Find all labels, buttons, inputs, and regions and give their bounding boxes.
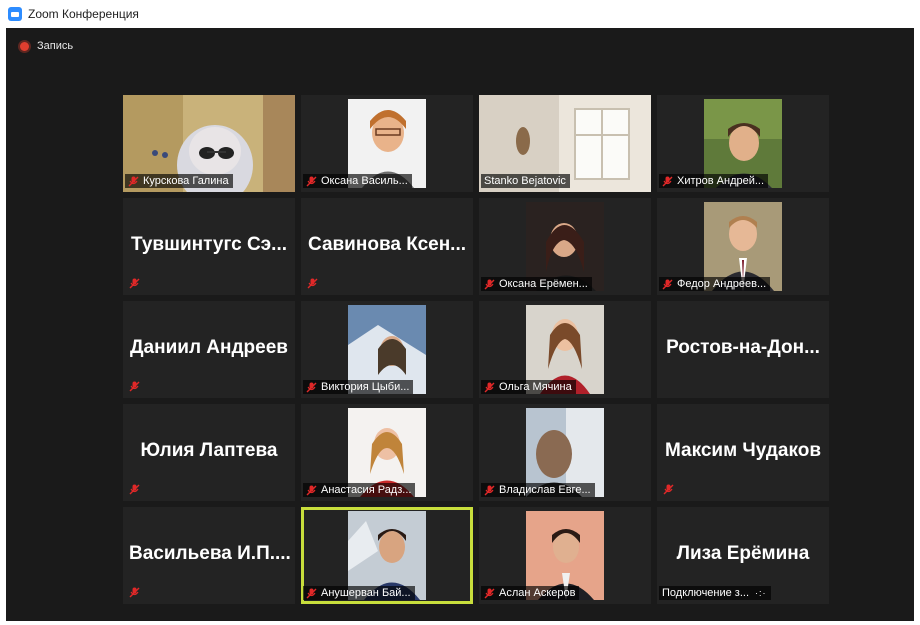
participant-tile[interactable]: Федор Андреев... [657,198,829,295]
participant-tile[interactable]: Stanko Bejatovic [479,95,651,192]
participant-tile[interactable]: Анастасия Радз... [301,404,473,501]
mic-muted-icon [484,588,495,598]
participant-display-name: Тувшинтугс Сэ... [130,234,288,255]
participant-tile[interactable]: Васильева И.П.... [123,507,295,604]
loading-dots-icon: ·:· [755,588,767,598]
mic-muted-icon [662,176,673,186]
participant-tile[interactable]: Владислав Евге... [479,404,651,501]
participant-tile[interactable]: Оксана Ерёмен... [479,198,651,295]
participant-name-label: Анастасия Радз... [303,483,416,497]
window-title: Zoom Конференция [28,7,139,21]
meeting-stage: Запись Курскова Галина Оксана Василь... … [6,28,914,621]
participant-display-name: Лиза Ерёмина [676,543,810,564]
participant-name-label: Хитров Андрей... [659,174,769,188]
mic-muted-icon [306,588,317,598]
participant-tile[interactable]: Оксана Василь... [301,95,473,192]
participant-name-label: Анушерван Бай... [303,586,415,600]
participant-display-name: Савинова Ксен... [307,234,467,255]
active-speaker-tile[interactable]: Анушерван Бай... [301,507,473,604]
mic-muted-icon [306,176,317,186]
participant-tile[interactable]: Курскова Галина [123,95,295,192]
participant-tile[interactable]: Аслан Аскеров [479,507,651,604]
mic-muted-icon [129,587,140,598]
participant-name-label: Федор Андреев... [659,277,771,291]
gallery-grid: Курскова Галина Оксана Василь... Stanko … [123,95,829,604]
mic-muted-icon [663,484,674,495]
recording-indicator[interactable]: Запись [20,40,73,52]
participant-name-label: Stanko Bejatovic [481,174,570,188]
participant-tile[interactable]: Юлия Лаптева [123,404,295,501]
mic-muted-icon [307,278,318,289]
title-bar: Zoom Конференция [0,0,920,28]
participant-display-name: Ростов-на-Дон... [666,337,820,358]
participant-name-label: Виктория Цыби... [303,380,414,394]
participant-tile[interactable]: Лиза Ерёмина Подключение з... ·:· [657,507,829,604]
mic-muted-icon [306,382,317,392]
mic-muted-icon [484,382,495,392]
participant-tile[interactable]: Тувшинтугс Сэ... [123,198,295,295]
participant-display-name: Юлия Лаптева [140,440,278,461]
participant-name-label: Оксана Ерёмен... [481,277,592,291]
participant-tile[interactable]: Савинова Ксен... [301,198,473,295]
mic-muted-icon [484,279,495,289]
mic-muted-icon [129,381,140,392]
mic-muted-icon [129,278,140,289]
participant-tile[interactable]: Ольга Мячина [479,301,651,398]
recording-label: Запись [37,40,74,52]
connecting-status-label: Подключение з... ·:· [659,586,771,600]
mic-muted-icon [484,485,495,495]
record-icon [20,41,29,51]
participant-tile[interactable]: Ростов-на-Дон... [657,301,829,398]
participant-name-label: Оксана Василь... [303,174,412,188]
mic-muted-icon [128,176,139,186]
zoom-app-icon [8,7,22,21]
mic-muted-icon [129,484,140,495]
mic-muted-icon [306,485,317,495]
participant-tile[interactable]: Максим Чудаков [657,404,829,501]
participant-display-name: Даниил Андреев [130,337,288,358]
participant-tile[interactable]: Виктория Цыби... [301,301,473,398]
participant-name-label: Ольга Мячина [481,380,576,394]
participant-name-label: Курскова Галина [125,174,233,188]
participant-tile[interactable]: Даниил Андреев [123,301,295,398]
participant-tile[interactable]: Хитров Андрей... [657,95,829,192]
participant-name-label: Владислав Евге... [481,483,595,497]
participant-name-label: Аслан Аскеров [481,586,580,600]
mic-muted-icon [662,279,673,289]
participant-display-name: Максим Чудаков [664,440,822,461]
participant-display-name: Васильева И.П.... [129,543,291,564]
